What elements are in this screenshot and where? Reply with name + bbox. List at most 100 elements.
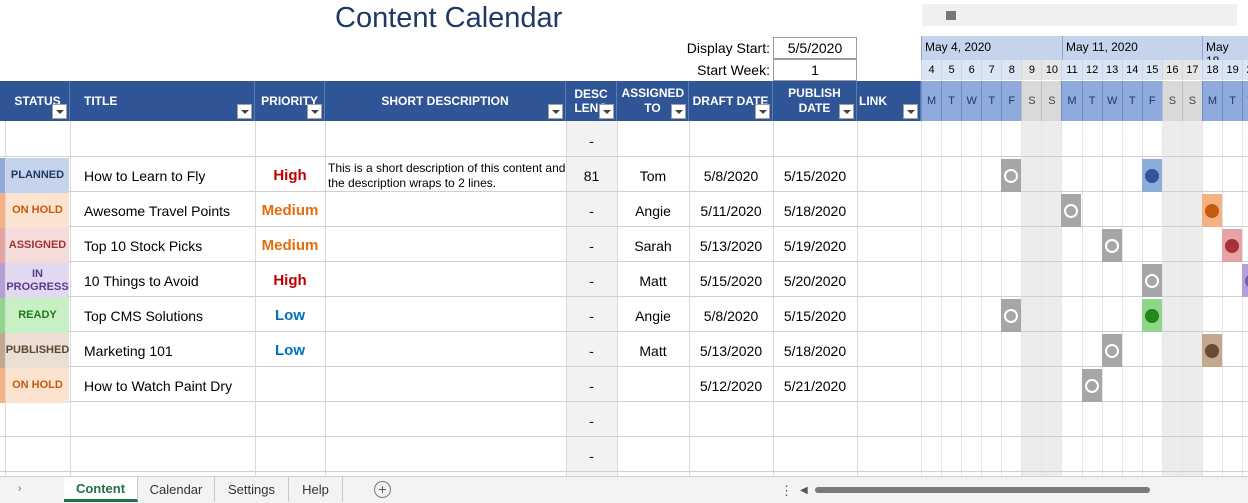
tab-help[interactable]: Help — [289, 477, 343, 502]
publish-date-cell[interactable]: 5/15/2020 — [773, 298, 857, 333]
filter-dropdown-icon[interactable] — [755, 104, 770, 119]
description-cell[interactable]: This is a short description of this cont… — [325, 158, 566, 193]
assigned-cell[interactable]: Angie — [617, 298, 689, 333]
draft-date-cell[interactable]: 5/8/2020 — [689, 298, 773, 333]
filter-dropdown-icon[interactable] — [839, 104, 854, 119]
column-header-link[interactable]: LINK — [857, 81, 921, 121]
description-cell[interactable] — [325, 298, 566, 333]
priority-cell[interactable]: Medium — [255, 228, 325, 263]
draft-date-cell[interactable]: 5/11/2020 — [689, 193, 773, 228]
publish-date-cell[interactable]: 5/15/2020 — [773, 158, 857, 193]
filter-dropdown-icon[interactable] — [671, 104, 686, 119]
filter-dropdown-icon[interactable] — [52, 104, 67, 119]
publish-date-cell[interactable]: 5/18/2020 — [773, 333, 857, 368]
tab-scroll-icon[interactable]: › — [18, 483, 21, 494]
column-header-status[interactable]: STATUS — [6, 81, 70, 121]
description-cell[interactable] — [325, 263, 566, 298]
title-cell[interactable]: How to Watch Paint Dry — [70, 368, 255, 403]
day-of-week: W — [961, 81, 982, 121]
column-header-publish-date[interactable]: PUBLISH DATE — [773, 81, 857, 121]
description-cell[interactable] — [325, 333, 566, 368]
column-header-priority[interactable]: PRIORITY — [255, 81, 325, 121]
assigned-cell[interactable]: Sarah — [617, 228, 689, 263]
link-cell[interactable] — [857, 228, 921, 263]
priority-cell[interactable]: Medium — [255, 193, 325, 228]
link-cell[interactable] — [857, 263, 921, 298]
draft-date-cell[interactable]: 5/8/2020 — [689, 158, 773, 193]
grid-line — [1021, 121, 1023, 476]
desc-length-cell[interactable]: - — [566, 333, 617, 368]
publish-date-cell[interactable]: 5/21/2020 — [773, 368, 857, 403]
column-header-desc-length[interactable]: DESC LENG — [566, 81, 617, 121]
status-badge[interactable]: PUBLISHED — [6, 333, 69, 368]
column-header-draft-date[interactable]: DRAFT DATE — [689, 81, 773, 121]
display-start-input[interactable]: 5/5/2020 — [773, 37, 857, 59]
horizontal-scroll-thumb[interactable] — [815, 487, 1150, 493]
status-badge[interactable]: ON HOLD — [6, 193, 69, 228]
desc-length-cell[interactable]: - — [566, 438, 617, 473]
tab-content[interactable]: Content — [64, 477, 138, 502]
priority-cell[interactable]: Low — [255, 333, 325, 368]
assigned-cell[interactable]: Tom — [617, 158, 689, 193]
filter-dropdown-icon[interactable] — [548, 104, 563, 119]
link-cell[interactable] — [857, 368, 921, 403]
filter-dropdown-icon[interactable] — [599, 104, 614, 119]
filter-dropdown-icon[interactable] — [307, 104, 322, 119]
start-week-input[interactable]: 1 — [773, 59, 857, 81]
draft-date-cell[interactable]: 5/13/2020 — [689, 333, 773, 368]
assigned-cell[interactable]: Matt — [617, 263, 689, 298]
title-cell[interactable]: Marketing 101 — [70, 333, 255, 368]
publish-date-cell[interactable]: 5/20/2020 — [773, 263, 857, 298]
priority-cell[interactable]: Low — [255, 298, 325, 333]
tab-settings[interactable]: Settings — [215, 477, 289, 502]
assigned-cell[interactable]: Angie — [617, 193, 689, 228]
title-cell[interactable]: Awesome Travel Points — [70, 193, 255, 228]
link-cell[interactable] — [857, 333, 921, 368]
assigned-cell[interactable] — [617, 368, 689, 403]
more-options-icon[interactable]: ⋮ — [780, 483, 793, 499]
status-badge[interactable]: READY — [6, 298, 69, 333]
publish-date-cell[interactable]: 5/18/2020 — [773, 193, 857, 228]
column-header-assigned-to[interactable]: ASSIGNED TO — [617, 81, 689, 121]
publish-date-cell[interactable]: 5/19/2020 — [773, 228, 857, 263]
priority-cell[interactable]: High — [255, 263, 325, 298]
desc-length-cell[interactable]: - — [566, 263, 617, 298]
link-cell[interactable] — [857, 298, 921, 333]
status-badge[interactable]: ON HOLD — [6, 368, 69, 403]
desc-length-cell[interactable]: - — [566, 123, 617, 158]
column-header-short-description[interactable]: SHORT DESCRIPTION — [325, 81, 566, 121]
desc-length-cell[interactable]: - — [566, 298, 617, 333]
column-header-title[interactable]: TITLE — [70, 81, 255, 121]
timeline-scrollbar[interactable] — [922, 4, 1237, 26]
desc-length-cell[interactable]: - — [566, 228, 617, 263]
title-cell[interactable]: How to Learn to Fly — [70, 158, 255, 193]
status-badge[interactable]: PLANNED — [6, 158, 69, 193]
filter-dropdown-icon[interactable] — [237, 104, 252, 119]
draft-date-cell[interactable]: 5/13/2020 — [689, 228, 773, 263]
description-cell[interactable] — [325, 193, 566, 228]
assigned-cell[interactable]: Matt — [617, 333, 689, 368]
grid-line — [1061, 121, 1063, 476]
desc-length-cell[interactable]: - — [566, 368, 617, 403]
desc-length-cell[interactable]: 81 — [566, 158, 617, 193]
tab-calendar[interactable]: Calendar — [138, 477, 215, 502]
priority-cell[interactable] — [255, 368, 325, 403]
title-cell[interactable]: 10 Things to Avoid — [70, 263, 255, 298]
status-badge[interactable]: ASSIGNED — [6, 228, 69, 263]
filter-dropdown-icon[interactable] — [903, 104, 918, 119]
status-badge[interactable]: IN PROGRESS — [6, 263, 69, 298]
add-sheet-button[interactable]: + — [374, 481, 391, 498]
link-cell[interactable] — [857, 193, 921, 228]
link-cell[interactable] — [857, 158, 921, 193]
timeline-scroll-thumb[interactable] — [946, 11, 956, 20]
desc-length-cell[interactable]: - — [566, 193, 617, 228]
scroll-left-icon[interactable]: ◀ — [800, 485, 808, 496]
draft-date-cell[interactable]: 5/15/2020 — [689, 263, 773, 298]
draft-date-cell[interactable]: 5/12/2020 — [689, 368, 773, 403]
description-cell[interactable] — [325, 368, 566, 403]
description-cell[interactable] — [325, 228, 566, 263]
desc-length-cell[interactable]: - — [566, 403, 617, 438]
title-cell[interactable]: Top CMS Solutions — [70, 298, 255, 333]
priority-cell[interactable]: High — [255, 158, 325, 193]
title-cell[interactable]: Top 10 Stock Picks — [70, 228, 255, 263]
